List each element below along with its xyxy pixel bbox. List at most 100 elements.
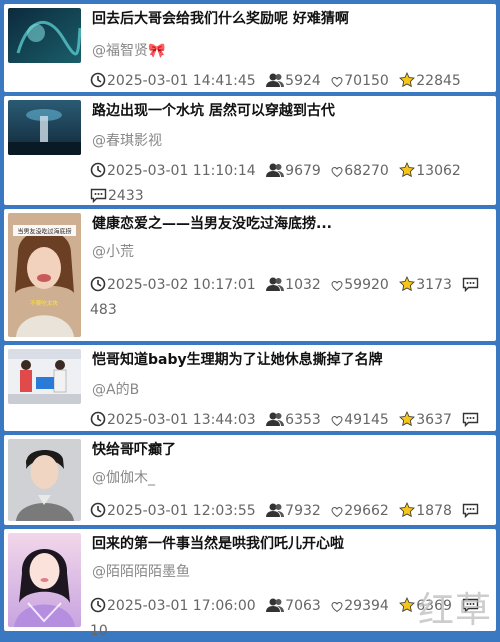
favorite-count[interactable]: 22845 <box>399 72 461 89</box>
view-count: 7063 <box>266 598 321 614</box>
video-title[interactable]: 回去后大哥会给我们什么奖励呢 好难猜啊 <box>92 10 490 28</box>
view-count: 7932 <box>266 503 321 519</box>
view-count-value: 6353 <box>285 412 321 428</box>
like-count-value: 70150 <box>344 73 389 89</box>
view-count: 1032 <box>266 277 321 293</box>
view-count-value: 5924 <box>285 73 321 89</box>
favorite-count-value: 13062 <box>416 163 461 179</box>
clock-icon <box>90 411 106 434</box>
video-thumbnail[interactable] <box>8 533 81 627</box>
publish-time: 2025-03-02 10:17:01 <box>90 276 256 293</box>
like-count-value: 68270 <box>344 163 389 179</box>
comment-count[interactable]: 2433 <box>90 188 144 204</box>
author-name[interactable]: @福智贤🎀 <box>92 42 165 60</box>
like-count[interactable]: 68270 <box>331 163 389 179</box>
like-count-value: 29394 <box>344 598 389 614</box>
favorite-count-value: 3637 <box>416 412 452 428</box>
heart-icon <box>331 73 343 95</box>
clock-icon <box>90 162 106 185</box>
star-icon <box>399 597 416 620</box>
video-thumbnail[interactable] <box>8 100 81 155</box>
heart-icon <box>331 277 343 299</box>
star-icon <box>399 72 416 95</box>
heart-icon <box>331 412 343 434</box>
view-count-value: 7932 <box>285 503 321 519</box>
favorite-count[interactable]: 3637 <box>399 411 452 428</box>
clock-icon <box>90 276 106 299</box>
favorite-count[interactable]: 13062 <box>399 162 461 179</box>
users-icon <box>266 276 285 299</box>
heart-icon <box>331 503 343 525</box>
favorite-count-value: 22845 <box>416 73 461 89</box>
publish-time-value: 2025-03-01 12:03:55 <box>107 503 256 519</box>
view-count: 9679 <box>266 163 321 179</box>
users-icon <box>266 502 285 525</box>
video-thumbnail[interactable] <box>8 8 81 63</box>
video-title[interactable]: 恺哥知道baby生理期为了让她休息撕掉了名牌 <box>92 351 490 369</box>
heart-icon <box>331 598 343 620</box>
publish-time: 2025-03-01 13:44:03 <box>90 411 256 428</box>
author-name[interactable]: @春琪影视 <box>92 132 162 150</box>
video-card[interactable]: 快给哥吓癫了 @伽伽木_ 2025-03-01 12:03:55 7932 29… <box>4 435 496 544</box>
publish-time: 2025-03-01 14:41:45 <box>90 72 256 89</box>
video-card[interactable]: 回去后大哥会给我们什么奖励呢 好难猜啊 @福智贤🎀 2025-03-01 14:… <box>4 4 496 114</box>
clock-icon <box>90 72 106 95</box>
star-icon <box>399 411 416 434</box>
comment-icon <box>462 503 479 525</box>
publish-time-value: 2025-03-01 11:10:14 <box>107 163 256 179</box>
comment-count-value: 2433 <box>108 188 144 204</box>
comment-count-value: 483 <box>90 302 117 318</box>
video-thumbnail[interactable] <box>8 349 81 404</box>
watermark: 红草 <box>417 590 492 631</box>
video-title[interactable]: 回来的第一件事当然是哄我们吒儿开心啦 <box>92 535 490 553</box>
video-stats: 2025-03-01 11:10:14 9679 68270 13062 243… <box>90 160 488 210</box>
publish-time-value: 2025-03-01 14:41:45 <box>107 73 256 89</box>
like-count-value: 29662 <box>344 503 389 519</box>
comment-icon <box>462 277 479 299</box>
video-feed: 回去后大哥会给我们什么奖励呢 好难猜啊 @福智贤🎀 2025-03-01 14:… <box>4 4 496 639</box>
video-thumbnail[interactable] <box>8 439 81 521</box>
video-title[interactable]: 健康恋爱之——当男友没吃过海底捞... <box>92 215 490 233</box>
like-count-value: 59920 <box>344 277 389 293</box>
author-name[interactable]: @陌陌陌陌墨鱼 <box>92 563 190 581</box>
video-card[interactable]: 恺哥知道baby生理期为了让她休息撕掉了名牌 @A的B 2025-03-01 1… <box>4 345 496 453</box>
video-card[interactable]: 路边出现一个水坑 居然可以穿越到古代 @春琪影视 2025-03-01 11:1… <box>4 96 496 205</box>
comment-icon <box>90 188 107 210</box>
thumbnail-subcaption: 不要吃太快 <box>30 299 58 307</box>
video-title[interactable]: 快给哥吓癫了 <box>92 441 490 459</box>
view-count: 6353 <box>266 412 321 428</box>
video-stats: 2025-03-02 10:17:01 1032 59920 3173 483 <box>90 274 488 321</box>
like-count[interactable]: 49145 <box>331 412 389 428</box>
favorite-count[interactable]: 3173 <box>399 276 452 293</box>
view-count-value: 7063 <box>285 598 321 614</box>
publish-time: 2025-03-01 17:06:00 <box>90 597 256 614</box>
like-count[interactable]: 59920 <box>331 277 389 293</box>
author-name[interactable]: @伽伽木_ <box>92 469 155 487</box>
favorite-count-value: 3173 <box>416 277 452 293</box>
like-count[interactable]: 29394 <box>331 598 389 614</box>
like-count[interactable]: 70150 <box>331 73 389 89</box>
author-name[interactable]: @A的B <box>92 381 139 399</box>
heart-icon <box>331 163 343 185</box>
publish-time: 2025-03-01 11:10:14 <box>90 162 256 179</box>
favorite-count[interactable]: 1878 <box>399 502 452 519</box>
clock-icon <box>90 502 106 525</box>
author-name[interactable]: @小荒 <box>92 243 134 261</box>
star-icon <box>399 162 416 185</box>
star-icon <box>399 502 416 525</box>
users-icon <box>266 411 285 434</box>
view-count-value: 9679 <box>285 163 321 179</box>
like-count[interactable]: 29662 <box>331 503 389 519</box>
thumbnail-caption: 当男友没吃过海底捞 <box>17 228 71 236</box>
users-icon <box>266 597 285 620</box>
video-card[interactable]: 当男友没吃过海底捞 不要吃太快 健康恋爱之——当男友没吃过海底捞... @小荒 … <box>4 209 496 341</box>
publish-time: 2025-03-01 12:03:55 <box>90 502 256 519</box>
video-title[interactable]: 路边出现一个水坑 居然可以穿越到古代 <box>92 102 490 120</box>
favorite-count-value: 1878 <box>416 503 452 519</box>
publish-time-value: 2025-03-01 13:44:03 <box>107 412 256 428</box>
clock-icon <box>90 597 106 620</box>
publish-time-value: 2025-03-01 17:06:00 <box>107 598 256 614</box>
video-thumbnail[interactable]: 当男友没吃过海底捞 不要吃太快 <box>8 213 81 337</box>
view-count-value: 1032 <box>285 277 321 293</box>
comment-icon <box>462 412 479 434</box>
